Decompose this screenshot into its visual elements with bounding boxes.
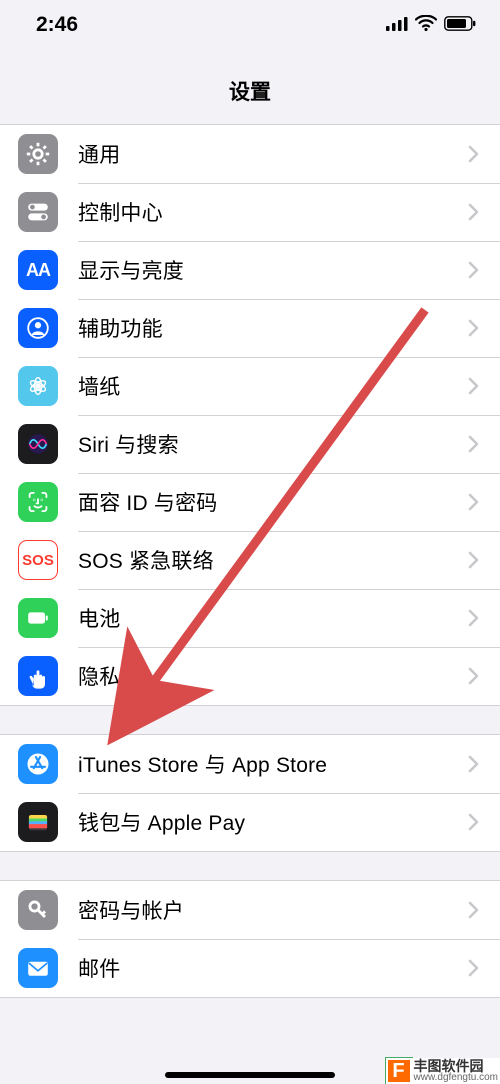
settings-row-display[interactable]: AA 显示与亮度 — [0, 241, 500, 299]
display-icon: AA — [18, 250, 58, 290]
settings-row-itunes[interactable]: iTunes Store 与 App Store — [0, 735, 500, 793]
settings-row-general[interactable]: 通用 — [0, 125, 500, 183]
row-label: Siri 与搜索 — [78, 429, 468, 459]
settings-row-wallpaper[interactable]: 墙纸 — [0, 357, 500, 415]
battery-icon — [18, 598, 58, 638]
row-label: 电池 — [78, 603, 468, 633]
accessibility-icon — [18, 308, 58, 348]
privacy-icon — [18, 656, 58, 696]
row-label: 钱包与 Apple Pay — [78, 807, 468, 837]
chevron-right-icon — [468, 371, 480, 402]
chevron-right-icon — [468, 749, 480, 780]
watermark-name: 丰图软件园 — [414, 1059, 499, 1073]
row-label: 面容 ID 与密码 — [78, 487, 468, 517]
siri-icon — [18, 424, 58, 464]
watermark-url: www.dgfengtu.com — [414, 1073, 499, 1083]
page-title: 设置 — [0, 50, 500, 124]
settings-row-faceid[interactable]: 面容 ID 与密码 — [0, 473, 500, 531]
control-center-icon — [18, 192, 58, 232]
faceid-icon — [18, 482, 58, 522]
status-bar: 2:46 — [0, 0, 500, 50]
wifi-icon — [415, 13, 437, 37]
settings-row-control-center[interactable]: 控制中心 — [0, 183, 500, 241]
settings-row-privacy[interactable]: 隐私 — [0, 647, 500, 705]
row-label: 通用 — [78, 139, 468, 169]
row-label: 控制中心 — [78, 197, 468, 227]
settings-row-accessibility[interactable]: 辅助功能 — [0, 299, 500, 357]
chevron-right-icon — [468, 255, 480, 286]
passwords-icon — [18, 890, 58, 930]
chevron-right-icon — [468, 895, 480, 926]
sos-icon: SOS — [18, 540, 58, 580]
status-time: 2:46 — [36, 13, 78, 37]
watermark-logo-icon: F — [386, 1058, 412, 1084]
mail-icon — [18, 948, 58, 988]
row-label: 显示与亮度 — [78, 255, 468, 285]
chevron-right-icon — [468, 953, 480, 984]
chevron-right-icon — [468, 487, 480, 518]
settings-row-wallet[interactable]: 钱包与 Apple Pay — [0, 793, 500, 851]
itunes-icon — [18, 744, 58, 784]
general-icon — [18, 134, 58, 174]
chevron-right-icon — [468, 807, 480, 838]
row-label: 邮件 — [78, 953, 468, 983]
settings-row-sos[interactable]: SOS SOS 紧急联络 — [0, 531, 500, 589]
row-label: 辅助功能 — [78, 313, 468, 343]
row-label: 密码与帐户 — [78, 895, 468, 925]
chevron-right-icon — [468, 197, 480, 228]
status-right — [386, 13, 476, 37]
chevron-right-icon — [468, 545, 480, 576]
wallet-icon — [18, 802, 58, 842]
home-indicator — [165, 1072, 335, 1078]
row-label: 隐私 — [78, 661, 468, 691]
row-label: iTunes Store 与 App Store — [78, 749, 468, 779]
chevron-right-icon — [468, 603, 480, 634]
row-label: SOS 紧急联络 — [78, 545, 468, 575]
chevron-right-icon — [468, 139, 480, 170]
watermark: F 丰图软件园 www.dgfengtu.com — [386, 1058, 500, 1084]
chevron-right-icon — [468, 313, 480, 344]
chevron-right-icon — [468, 429, 480, 460]
battery-icon — [444, 13, 476, 37]
wallpaper-icon — [18, 366, 58, 406]
chevron-right-icon — [468, 661, 480, 692]
settings-row-siri[interactable]: Siri 与搜索 — [0, 415, 500, 473]
row-label: 墙纸 — [78, 371, 468, 401]
settings-row-battery[interactable]: 电池 — [0, 589, 500, 647]
settings-row-passwords[interactable]: 密码与帐户 — [0, 881, 500, 939]
settings-row-mail[interactable]: 邮件 — [0, 939, 500, 997]
cellular-icon — [386, 13, 408, 37]
